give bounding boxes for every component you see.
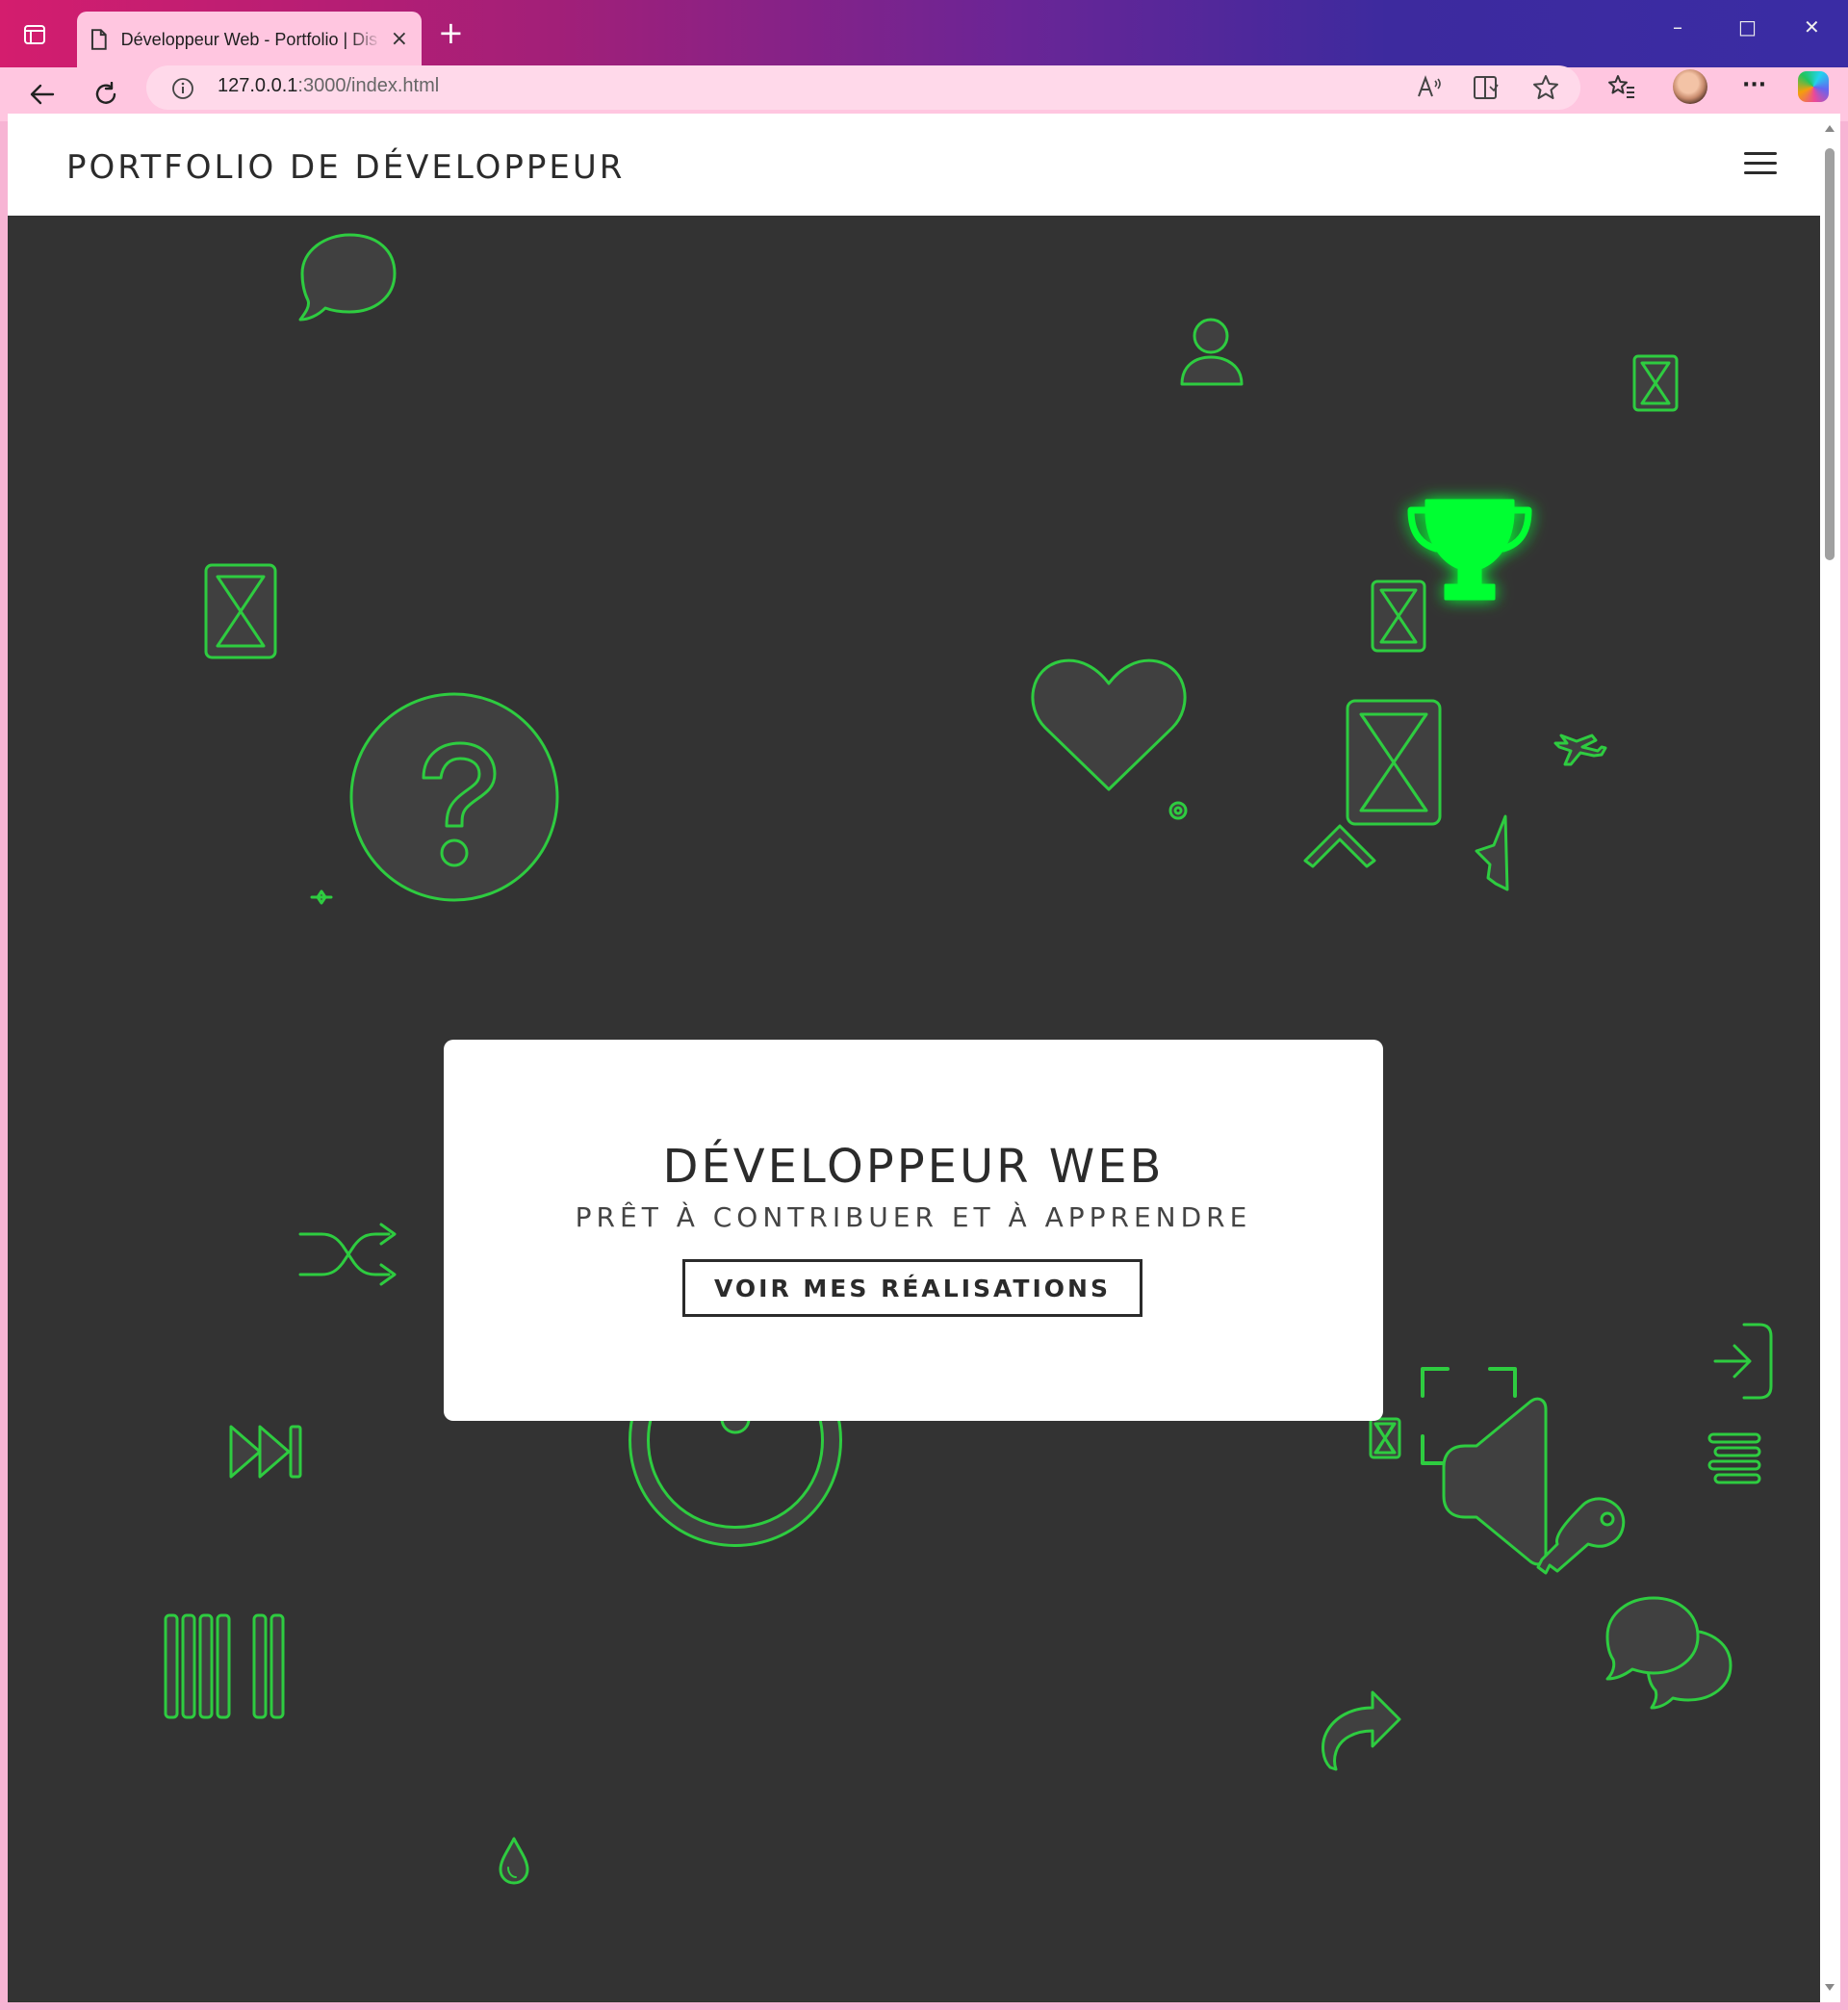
hero-card: DÉVELOPPEUR WEB PRÊT À CONTRIBUER ET À A… [444,1040,1383,1421]
arrow-left-icon [30,84,55,105]
volume-icon [1442,1397,1548,1566]
page-icon [90,29,107,50]
scroll-down-icon[interactable] [1824,1983,1835,1993]
question-icon [349,692,559,902]
scroll-up-icon[interactable] [1824,123,1835,133]
barcode-icon [164,1613,285,1719]
info-icon[interactable] [171,77,194,100]
hourglass-icon [1346,699,1442,826]
hourglass-icon [204,563,277,659]
close-window-button[interactable]: ✕ [1804,17,1820,37]
burger-line [1744,152,1777,155]
new-tab-button[interactable]: + [438,17,464,48]
fast-forward-icon [229,1425,302,1479]
tab-title: Développeur Web - Portfolio | Dis [120,29,378,49]
heart-icon [1031,658,1187,791]
hourglass-icon [1632,354,1679,412]
trophy-icon [1407,499,1532,601]
droplet-icon [499,1837,529,1885]
tab-actions-icon [24,25,45,44]
favorites-icon[interactable] [1607,73,1636,100]
chevron-up-icon [1303,824,1376,868]
share-icon [1322,1690,1401,1771]
browser-titlebar: Développeur Web - Portfolio | Dis × + – … [0,0,1848,67]
star-icon [1475,814,1509,891]
url-text[interactable]: 127.0.0.1:3000/index.html [218,75,439,97]
align-icon [1707,1432,1761,1484]
burger-line [1744,162,1777,165]
hero-section: DÉVELOPPEUR WEB PRÊT À CONTRIBUER ET À A… [8,216,1820,2002]
back-button[interactable] [23,77,62,112]
refresh-icon [95,82,116,104]
shuffle-icon [298,1223,397,1286]
tab-actions-button[interactable] [15,19,54,50]
read-aloud-icon[interactable] [1417,75,1444,100]
hero-title: DÉVELOPPEUR WEB [662,1140,1165,1194]
maximize-button[interactable]: □ [1738,17,1757,37]
minimize-button[interactable]: – [1673,17,1682,37]
url-host: 127.0.0.1 [218,75,298,96]
close-tab-icon[interactable]: × [391,29,408,50]
site-header: PORTFOLIO DE DÉVELOPPEUR [8,114,1820,217]
comments-icon [1605,1596,1732,1710]
favorite-star-icon[interactable] [1532,74,1559,101]
browser-tab[interactable]: Développeur Web - Portfolio | Dis × [77,12,422,67]
url-path: :3000/index.html [297,75,440,96]
page-viewport: PORTFOLIO DE DÉVELOPPEUR DÉVELOPPEUR WEB… [8,114,1820,2002]
key-icon [1536,1497,1626,1575]
site-brand[interactable]: PORTFOLIO DE DÉVELOPPEUR [66,148,625,187]
user-icon [1180,318,1244,386]
refresh-button[interactable] [87,77,125,112]
sign-in-icon [1713,1323,1773,1400]
hourglass-icon [1369,1417,1401,1459]
sparkle-icon [310,889,333,905]
speech-bubble-icon [298,233,397,322]
hero-subtitle: PRÊT À CONTRIBUER ET À APPRENDRE [575,1201,1252,1233]
profile-avatar[interactable] [1673,69,1707,104]
more-menu-button[interactable]: ··· [1742,73,1766,97]
scrollbar-thumb[interactable] [1825,148,1835,560]
gear-icon [1168,801,1188,820]
airplane-icon [1553,734,1607,766]
burger-line [1744,171,1777,174]
copilot-icon[interactable] [1798,71,1829,102]
view-work-button[interactable]: VOIR MES RÉALISATIONS [682,1259,1142,1317]
immersive-reader-icon[interactable] [1473,75,1502,100]
hamburger-menu-icon[interactable] [1744,152,1777,177]
hourglass-icon [1371,580,1426,653]
